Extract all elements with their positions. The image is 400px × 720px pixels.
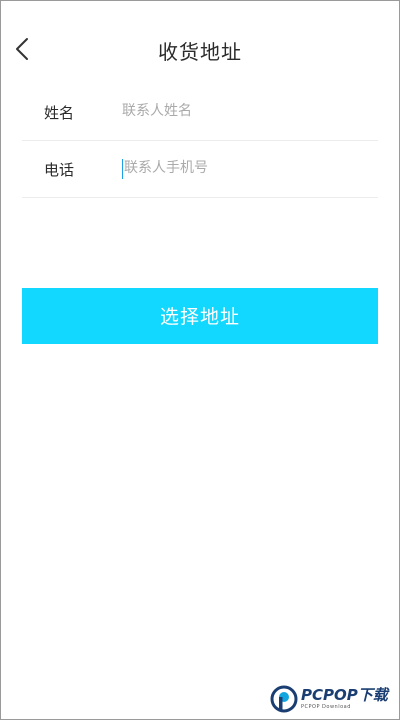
page-title: 收货地址 <box>158 40 242 64</box>
phone-row: 电话 <box>22 141 378 198</box>
name-input[interactable] <box>122 96 362 126</box>
phone-input[interactable] <box>122 153 364 183</box>
phone-label: 电话 <box>44 161 75 179</box>
select-address-button[interactable]: 选择地址 <box>22 288 378 344</box>
name-label: 姓名 <box>44 104 75 122</box>
name-row: 姓名 <box>22 84 378 141</box>
watermark-logo: PCPOP下载 PCPOP Download <box>270 682 396 716</box>
header: 收货地址 <box>0 0 400 90</box>
pcpop-logo-icon <box>270 685 298 713</box>
watermark-subtitle: PCPOP Download <box>301 704 351 710</box>
watermark-brand: PCPOP下载 <box>301 686 388 704</box>
